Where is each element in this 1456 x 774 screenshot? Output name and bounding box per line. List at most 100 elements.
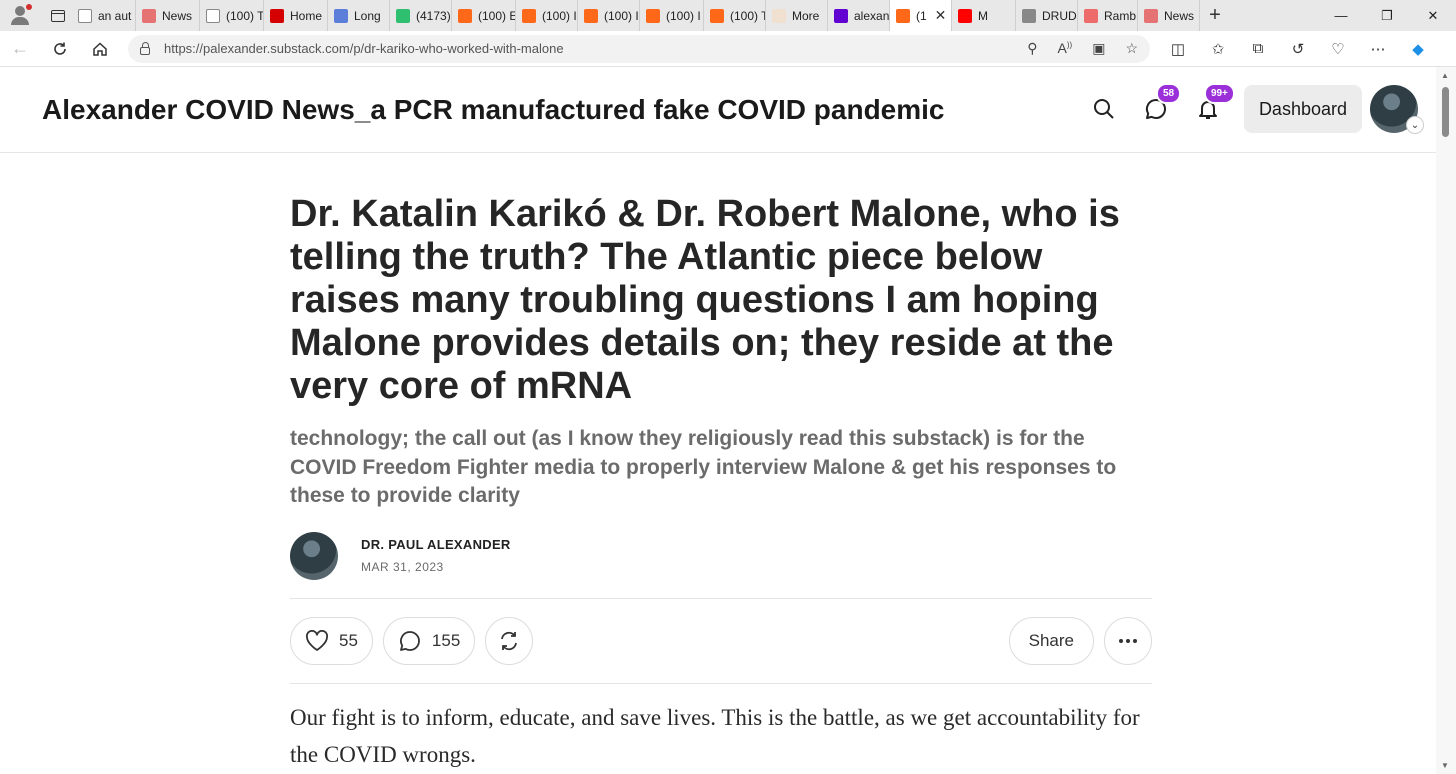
b-icon [772,8,786,23]
browser-tab[interactable]: Ramb [1078,0,1138,31]
browser-tab[interactable]: Home [264,0,328,31]
profile-icon [15,6,25,16]
restack-button[interactable] [485,616,534,665]
tab-strip: an aut News (100) T Home Long (4173) (100) E (1… [0,0,1456,31]
messages-button[interactable]: 58 [1130,83,1182,133]
account-menu[interactable]: ⌄ [1370,85,1424,134]
zoom-icon[interactable]: ⚲ [1027,40,1037,57]
substack-icon [584,8,598,23]
browser-tab[interactable]: (1 ✕ [890,0,952,31]
address-bar[interactable]: https://palexander.substack.com/p/dr-kar… [128,34,1150,63]
share-button[interactable]: Share [1008,616,1094,665]
like-count: 55 [339,630,358,650]
tab-label: (100) I [542,8,577,23]
article-title: Dr. Katalin Karikó & Dr. Robert Malone, … [290,193,1120,407]
browser-tab[interactable]: Long [328,0,390,31]
dashboard-button[interactable]: Dashboard [1243,85,1362,133]
heart-icon [305,629,329,651]
byline: DR. PAUL ALEXANDER MAR 31, 2023 [290,531,1152,581]
browser-tab[interactable]: News [136,0,200,31]
browser-tab[interactable]: (100) E [452,0,516,31]
tab-label: (100) T [226,8,264,23]
notifications-button[interactable]: 99+ [1182,83,1235,133]
collections-icon[interactable]: ⧉ [1238,40,1278,58]
drudge-icon [1022,8,1036,23]
read-aloud-icon[interactable]: A)) [1058,40,1073,57]
substack-icon [896,8,910,23]
comment-icon [399,630,420,651]
substack-icon [458,8,472,23]
minimize-button[interactable]: — [1318,0,1364,31]
like-button[interactable]: 55 [290,616,373,665]
header-actions: 58 99+ Dashboard ⌄ [1078,83,1424,134]
history-icon[interactable]: ↺ [1278,40,1318,58]
url-text[interactable]: https://palexander.substack.com/p/dr-kar… [164,41,1027,56]
author-name[interactable]: DR. PAUL ALEXANDER [361,537,511,552]
favorites-icon[interactable]: ✩ [1198,40,1238,58]
profile-button[interactable] [0,0,44,31]
rumble-icon [1084,8,1098,23]
chevron-down-icon: ⌄ [1406,116,1424,134]
search-icon [1093,99,1114,119]
tab-label: (100) I [666,8,701,23]
profile-icon-body [11,17,29,25]
window-controls: — ❐ ✕ [1318,0,1456,31]
messages-badge: 58 [1155,83,1182,104]
back-button[interactable]: ← [0,31,40,67]
tab-actions-button[interactable] [44,0,72,31]
ellipsis-icon [1119,638,1137,643]
article-body: Our fight is to inform, educate, and sav… [290,704,1140,767]
article: Dr. Katalin Karikó & Dr. Robert Malone, … [290,193,1152,773]
page-content: Alexander COVID News_a PCR manufactured … [0,67,1436,774]
browser-tab[interactable]: DRUD [1016,0,1078,31]
author-avatar[interactable] [290,531,338,580]
browser-tab[interactable]: M [952,0,1016,31]
close-window-button[interactable]: ✕ [1410,0,1456,31]
favorite-star-icon[interactable]: ☆ [1125,40,1138,57]
browser-tab[interactable]: More [766,0,828,31]
scrollbar[interactable]: ▲ ▼ [1436,67,1456,774]
browser-tab[interactable]: alexan [828,0,890,31]
search-button[interactable] [1078,85,1130,133]
copilot-icon[interactable]: ◆ [1398,40,1438,58]
scroll-down-icon[interactable]: ▼ [1441,761,1449,770]
more-actions-button[interactable] [1104,616,1152,665]
restore-button[interactable]: ❐ [1364,0,1410,31]
browser-tab[interactable]: (100) T [704,0,766,31]
substack-icon [710,8,724,23]
tab-label: News [162,8,193,23]
more-options-icon[interactable]: ⋯ [1358,40,1398,58]
post-actions: 55 155 Share [290,599,1152,683]
g-icon [396,8,410,23]
lock-icon [140,41,150,55]
tab-label: (100) T [730,8,766,23]
immersive-reader-icon[interactable]: ▣ [1092,40,1105,57]
notifications-badge: 99+ [1203,83,1235,104]
browser-tab[interactable]: (4173) [390,0,452,31]
r-icon [142,8,156,23]
tab-label: M [978,8,988,23]
browser-toolbar: ← https://palexander.substack.com/p/dr-k… [0,31,1456,67]
scrollbar-thumb[interactable] [1442,87,1449,137]
browser-tab[interactable]: (100) I [516,0,578,31]
browser-tab[interactable]: (100) I [640,0,704,31]
performance-icon[interactable]: ♡ [1318,40,1358,58]
home-button[interactable] [80,31,120,67]
scroll-up-icon[interactable]: ▲ [1441,71,1449,80]
refresh-button[interactable] [40,31,80,67]
comment-button[interactable]: 155 [382,616,476,665]
site-header: Alexander COVID News_a PCR manufactured … [0,67,1436,153]
browser-tab[interactable]: an aut [72,0,136,31]
browser-tab[interactable]: (100) I [578,0,640,31]
tab-label: Home [290,8,323,23]
split-screen-icon[interactable]: ◫ [1158,40,1198,58]
browser-tab[interactable]: (100) T [200,0,264,31]
close-tab-icon[interactable]: ✕ [935,7,947,24]
omnibox-icons: ⚲ A)) ▣ ☆ [1027,40,1138,57]
site-title[interactable]: Alexander COVID News_a PCR manufactured … [42,94,945,126]
new-tab-button[interactable]: + [1200,4,1230,27]
tab-label: DRUD [1042,8,1077,23]
s-icon [334,8,348,23]
profile-alert-dot [26,4,32,10]
browser-tab[interactable]: News [1138,0,1200,31]
